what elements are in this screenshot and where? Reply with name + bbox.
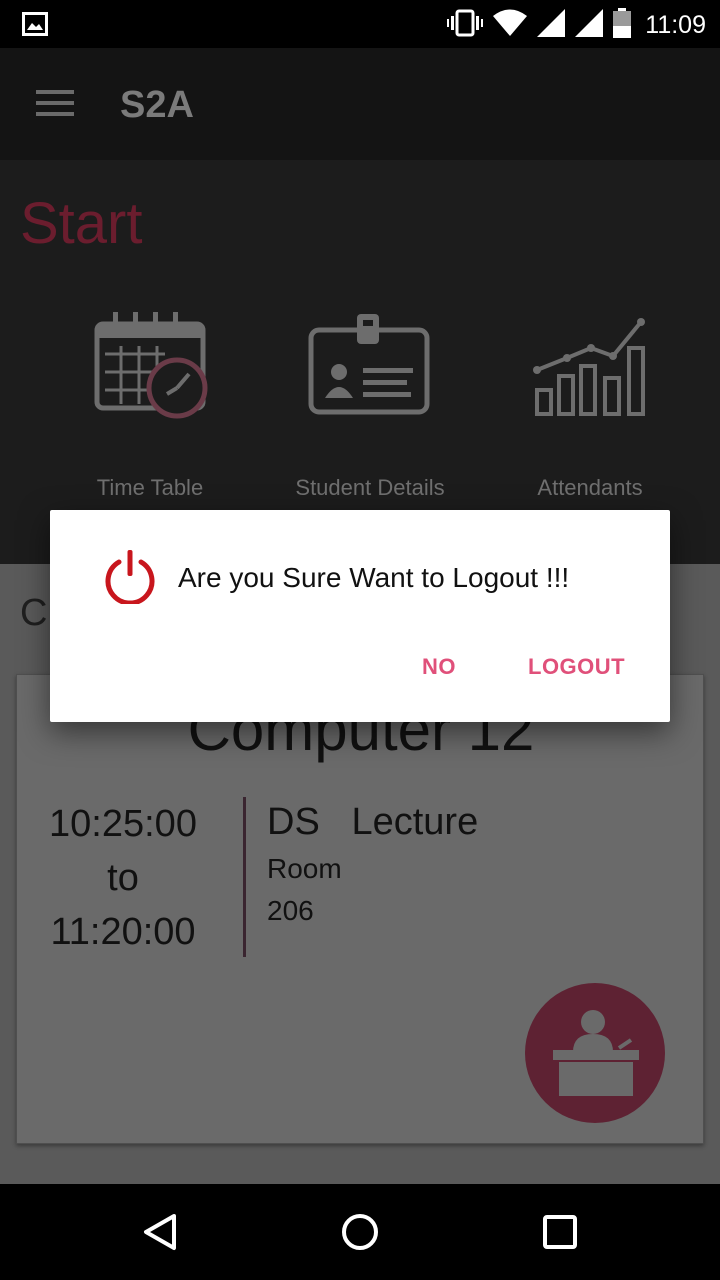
- bar-chart-icon: [533, 318, 645, 416]
- time-from: 10:25:00: [49, 803, 197, 845]
- calendar-clock-icon: [94, 312, 208, 419]
- signal-icon: [537, 8, 566, 42]
- tile-label-time-table: Time Table: [96, 475, 204, 500]
- back-icon[interactable]: [138, 1210, 182, 1254]
- tile-label-student-details: Student Details: [295, 475, 445, 500]
- time-range: 10:25:00 to 11:20:00: [37, 797, 209, 959]
- image-notification-icon: [22, 12, 48, 41]
- clock: 11:09: [645, 10, 706, 39]
- subject-line: DS Lecture: [267, 801, 479, 843]
- teacher-desk-icon: [553, 1010, 639, 1096]
- logout-dialog: Are you Sure Want to Logout !!! NO LOGOU…: [50, 510, 670, 722]
- tile-time-table[interactable]: [40, 310, 260, 420]
- room-label: Room: [267, 853, 342, 884]
- app-title: S2A: [120, 84, 194, 126]
- app-bar: S2A: [0, 48, 720, 160]
- teacher-fab-button[interactable]: [525, 983, 665, 1123]
- status-icons: 11:09: [447, 7, 706, 43]
- status-bar: 11:09: [0, 0, 720, 48]
- lecture-card[interactable]: Computer 12 10:25:00 to 11:20:00 DS Lect…: [16, 674, 704, 1144]
- home-icon[interactable]: [338, 1210, 382, 1254]
- id-card-icon: [308, 314, 430, 415]
- room-number: 206: [267, 895, 314, 926]
- wifi-icon: [493, 9, 528, 42]
- no-button[interactable]: NO: [422, 654, 456, 680]
- signal-icon: [575, 8, 604, 42]
- tile-attendants[interactable]: [480, 310, 700, 420]
- navigation-bar: [0, 1184, 720, 1280]
- time-to-word: to: [107, 857, 139, 899]
- tile-student-details[interactable]: [260, 310, 480, 420]
- tile-label-attendants: Attendants: [537, 475, 643, 500]
- recents-icon[interactable]: [538, 1210, 582, 1254]
- divider: [243, 797, 246, 957]
- dialog-message: Are you Sure Want to Logout !!!: [178, 562, 570, 593]
- power-icon: [102, 548, 158, 606]
- battery-icon: [613, 7, 632, 43]
- time-to: 11:20:00: [50, 911, 196, 953]
- logout-button[interactable]: LOGOUT: [528, 654, 625, 680]
- vibrate-icon: [447, 9, 484, 42]
- dashboard-section: Start Time Table Student Details Attenda…: [0, 160, 720, 564]
- start-heading: Start: [20, 191, 143, 256]
- hamburger-menu-icon[interactable]: [36, 88, 76, 120]
